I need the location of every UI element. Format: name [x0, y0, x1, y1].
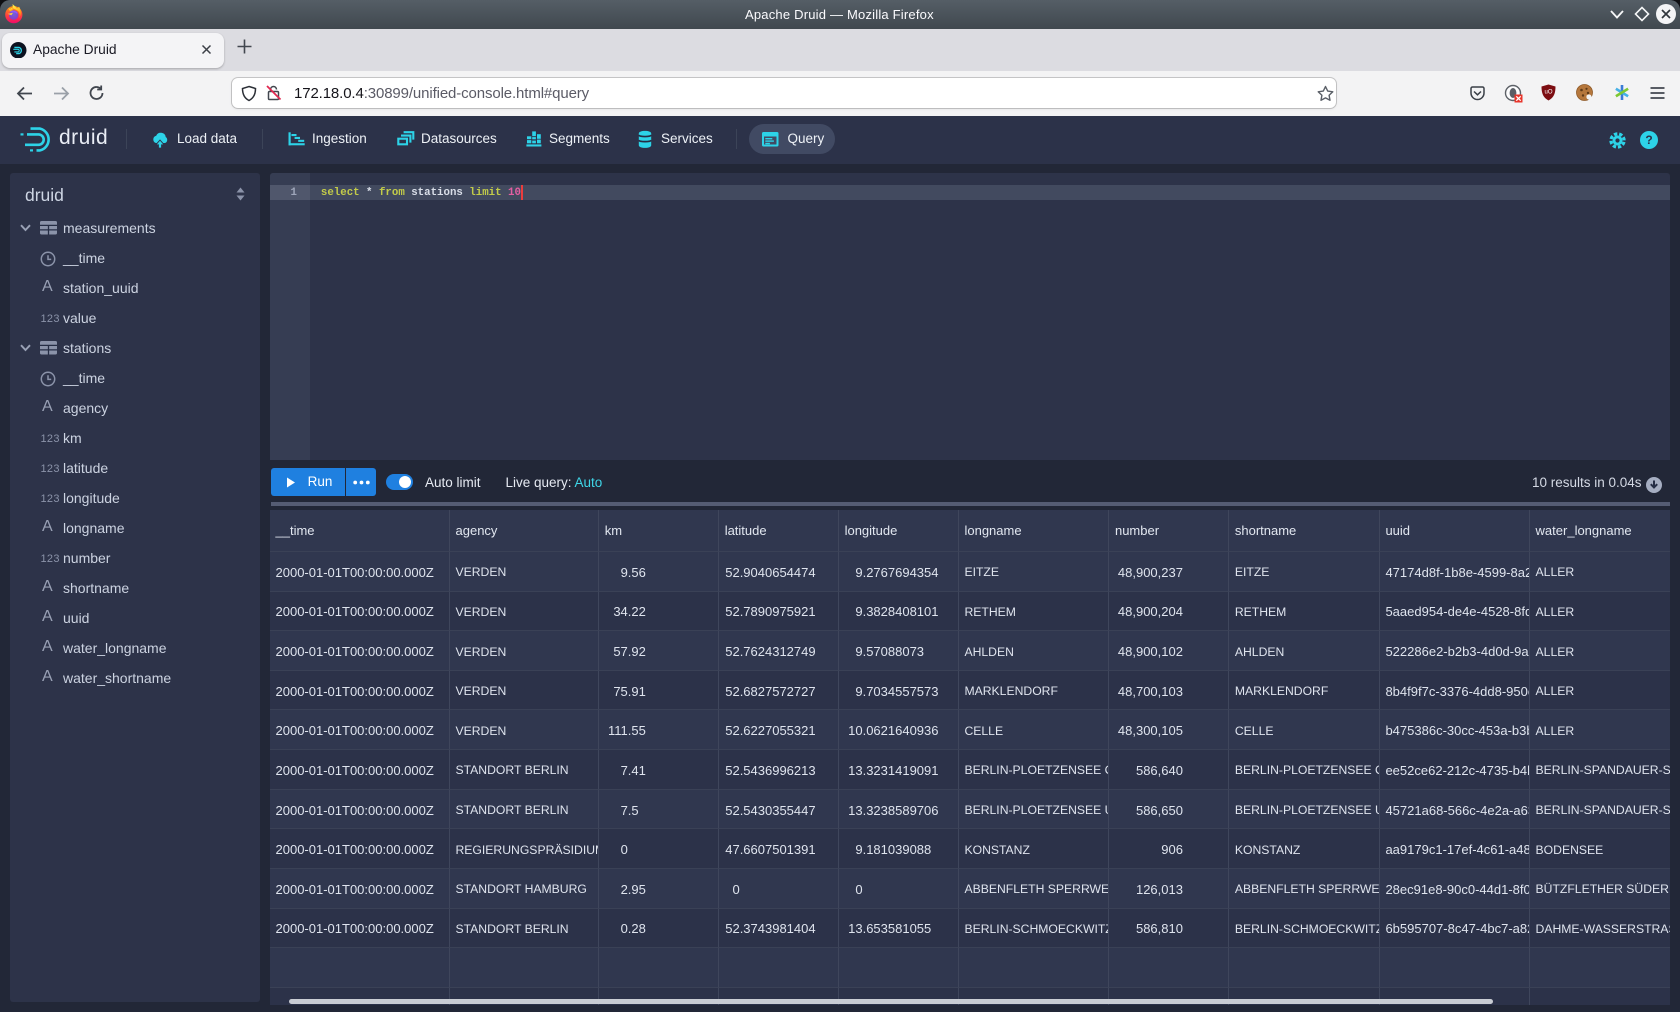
svg-text:?: ? [1645, 133, 1652, 147]
svg-text:uO: uO [1544, 90, 1552, 96]
